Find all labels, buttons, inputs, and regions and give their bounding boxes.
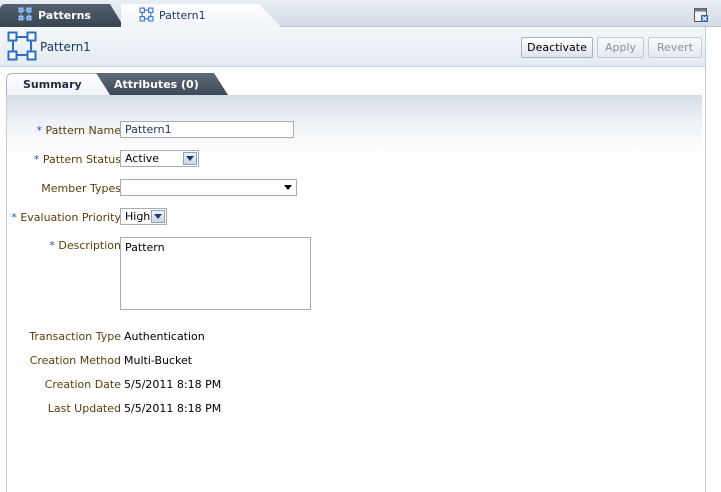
member-types-label: Member Types [41,182,121,195]
tab-summary-label: Summary [23,78,82,91]
description-label: * Description [49,239,121,252]
last-updated-label: Last Updated [47,402,121,415]
dropdown-arrow-icon[interactable] [151,210,165,223]
pattern-icon [139,7,154,25]
evaluation-priority-label: * Evaluation Priority [11,211,121,224]
creation-date-label: Creation Date [44,378,121,391]
close-tab-icon[interactable] [693,7,709,23]
page-header: Pattern1 Deactivate Apply Revert [0,27,705,67]
tab-attributes-label: Attributes (0) [114,77,199,91]
transaction-type-label: Transaction Type [29,330,121,343]
pattern-icon [7,31,37,61]
pattern-name-label: * Pattern Name [36,124,121,137]
page-title: Pattern1 [40,40,91,54]
last-updated-value: 5/5/2011 8:18 PM [124,402,222,415]
creation-date-value: 5/5/2011 8:18 PM [124,378,222,391]
sub-tab-strip: Attributes (0) Summary [0,67,705,95]
tab-summary[interactable]: Summary [6,73,110,95]
required-marker: * [33,153,40,166]
member-types-select[interactable] [120,179,297,196]
dropdown-arrow-icon[interactable] [281,181,295,194]
deactivate-button[interactable]: Deactivate [521,37,593,58]
summary-form: * Pattern Name Pattern1 * Pattern Status… [6,95,702,492]
tab-patterns-label: Patterns [38,9,91,22]
tab-pattern1-label: Pattern1 [159,9,206,22]
main-panel: Pattern1 Deactivate Apply Revert Attribu… [0,27,705,492]
apply-button[interactable]: Apply [597,37,644,58]
required-marker: * [11,211,17,224]
pattern-status-label: * Pattern Status [33,153,121,166]
dropdown-arrow-icon[interactable] [183,152,197,165]
description-textarea[interactable]: Pattern [120,237,311,310]
tab-patterns[interactable]: Patterns [0,4,124,27]
revert-button[interactable]: Revert [648,37,702,58]
pattern-icon [18,7,32,24]
pattern-status-select[interactable]: Active [120,150,199,167]
top-tab-strip: Patterns Pattern1 [0,0,721,27]
pattern-name-input[interactable]: Pattern1 [120,121,294,138]
tab-attributes[interactable]: Attributes (0) [96,73,228,95]
required-marker: * [36,124,42,137]
transaction-type-value: Authentication [124,330,205,343]
tab-pattern1[interactable]: Pattern1 [121,4,281,27]
scroll-gutter [705,27,721,492]
evaluation-priority-select[interactable]: High [120,208,167,225]
creation-method-label: Creation Method [29,354,121,367]
creation-method-value: Multi-Bucket [124,354,193,367]
required-marker: * [49,239,55,252]
